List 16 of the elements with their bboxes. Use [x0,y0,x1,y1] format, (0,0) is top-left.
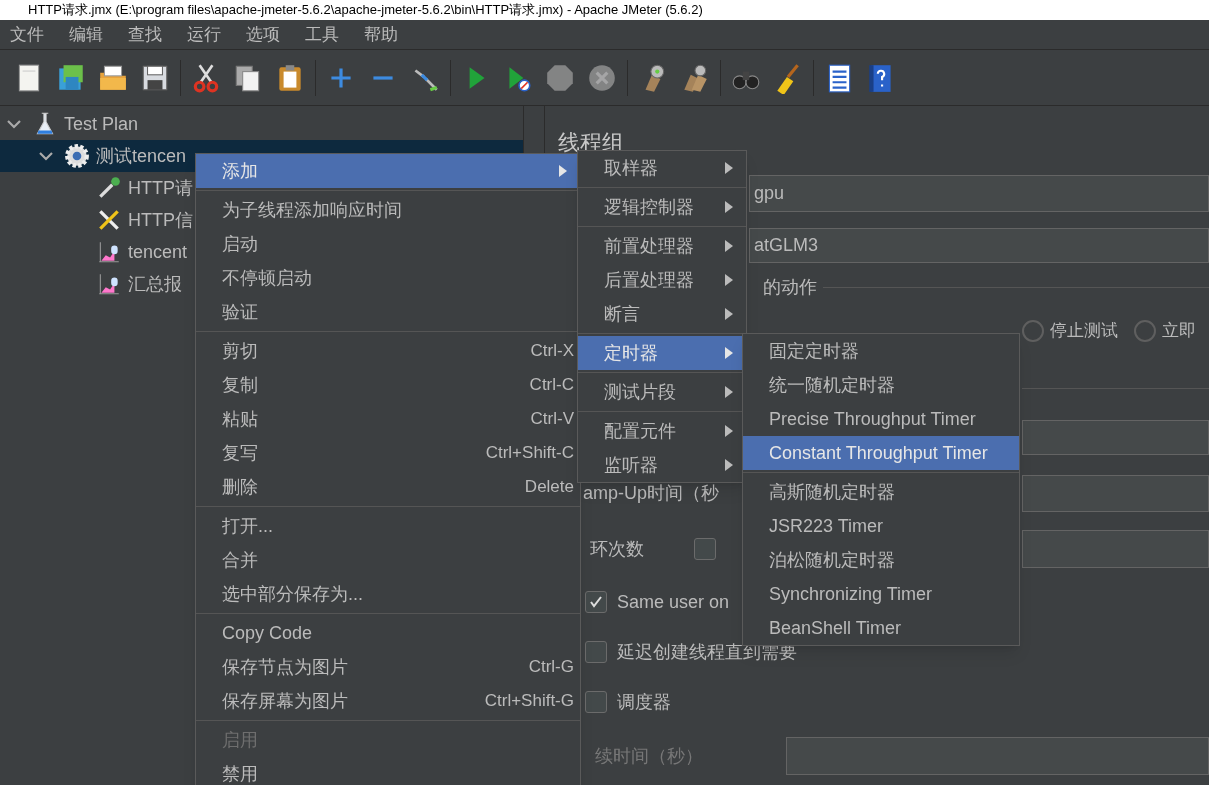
window-title: HTTP请求.jmx (E:\program files\apache-jmeter-5.6.2\apache-jmeter-5.6.2\bin\HTTP请求.jmx) - Apache JMeter (5.6.2) [28,1,703,20]
shortcut-text: Ctrl-C [529,374,574,397]
radio-label: 立即 [1162,320,1196,343]
field-label: 环次数 [590,537,644,561]
shortcut-text: Delete [524,476,574,499]
shortcut-text: Ctrl+Shift-G [484,690,574,713]
radio-label: 停止测试 [1050,320,1118,343]
group-legend: 的动作 [763,273,817,301]
checkbox-label: 调度器 [617,690,671,714]
shortcut-text: Ctrl+Shift-C [485,442,574,465]
shortcut-text: Ctrl-X [530,340,574,363]
shortcut-text: Ctrl-G [528,656,574,679]
field-label: 续时间（秒） [595,744,704,768]
field-label: amp-Up时间（秒 [583,482,720,505]
shortcut-text: Ctrl-V [530,408,574,431]
checkbox-label: Same user on [617,590,730,614]
